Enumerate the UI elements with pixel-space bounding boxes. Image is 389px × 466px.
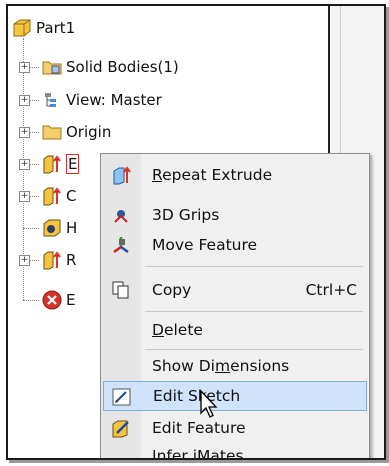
folder-icon (42, 61, 62, 75)
error-icon (42, 290, 62, 310)
tree-label: E (66, 291, 76, 309)
tree-label: Solid Bodies(1) (66, 58, 179, 76)
context-menu: Repeat Extrude 3D Grips Move Feature Cop… (100, 153, 370, 460)
tree-node-part1[interactable]: Part1 (12, 16, 75, 40)
menu-separator (145, 349, 363, 350)
copy-icon (112, 281, 129, 299)
tree-connector (29, 260, 39, 261)
tree-connector (29, 196, 39, 197)
move-icon (113, 237, 129, 254)
tree-node-hole[interactable]: H (42, 216, 77, 240)
tree-node-origin[interactable]: Origin (42, 120, 111, 144)
menu-item-move-feature[interactable]: Move Feature (101, 230, 369, 260)
menu-item-show-dimensions[interactable]: Show Dimensions (101, 351, 369, 381)
tree-connector (29, 100, 39, 101)
extrude-icon (43, 155, 61, 174)
menu-separator (145, 266, 363, 267)
tree-connector (29, 132, 39, 133)
mouse-cursor-icon (200, 390, 218, 418)
menu-item-3d-grips[interactable]: 3D Grips (101, 200, 369, 230)
tree-node-solid-bodies[interactable]: Solid Bodies(1) (42, 55, 179, 79)
tree-connector (29, 164, 39, 165)
menu-separator (145, 311, 363, 312)
menu-label: Delete (152, 321, 203, 339)
extrude-icon (43, 251, 61, 270)
extrude-icon (43, 187, 61, 206)
tree-label: C (66, 187, 77, 205)
tree-label: H (66, 219, 78, 237)
menu-label: Infer iMates (152, 447, 244, 460)
menu-label: Show Dimensions (152, 357, 290, 375)
tree-label: R (66, 251, 77, 269)
menu-shortcut: Ctrl+C (305, 281, 357, 299)
menu-label: Copy (152, 281, 192, 299)
tree-connector (23, 300, 39, 301)
menu-item-edit-sketch[interactable]: Edit Sketch (103, 381, 367, 411)
menu-label: 3D Grips (152, 206, 220, 224)
menu-label: Repeat Extrude (152, 166, 273, 184)
menu-item-delete[interactable]: Delete (101, 315, 369, 345)
browser-window: Part1 + Solid Bodies(1) + View: Master + (6, 4, 386, 460)
tree-node-cylinder-end[interactable]: C (42, 184, 76, 208)
tree-label: Origin (66, 123, 112, 141)
tree-label: View: Master (66, 91, 162, 109)
menu-item-edit-feature[interactable]: Edit Feature (101, 413, 369, 443)
menu-label: Move Feature (152, 236, 258, 254)
tree-node-end-of-part[interactable]: E (42, 288, 75, 312)
tree-connector (23, 228, 39, 229)
part-icon (13, 19, 31, 37)
view-icon (45, 93, 56, 107)
hole-icon (43, 219, 61, 237)
edit-feature-icon (112, 420, 129, 438)
tree-connector (29, 67, 39, 68)
menu-label: Edit Feature (152, 419, 246, 437)
tree-label: Part1 (36, 19, 76, 37)
tree-node-view-master[interactable]: View: Master (42, 88, 162, 112)
extrude-icon (113, 166, 131, 185)
edit-sketch-icon (112, 388, 131, 406)
menu-label: Edit Sketch (153, 387, 241, 405)
menu-item-copy[interactable]: Copy Ctrl+C (101, 275, 369, 305)
grips-icon (114, 210, 128, 223)
tree-node-cut[interactable]: R (42, 248, 76, 272)
tree-label: E (66, 154, 80, 174)
menu-item-infer-imates[interactable]: Infer iMates (101, 441, 369, 460)
folder-icon (42, 125, 62, 140)
menu-item-repeat-extrude[interactable]: Repeat Extrude (101, 160, 369, 190)
tree-node-extrude[interactable]: E (42, 152, 80, 176)
